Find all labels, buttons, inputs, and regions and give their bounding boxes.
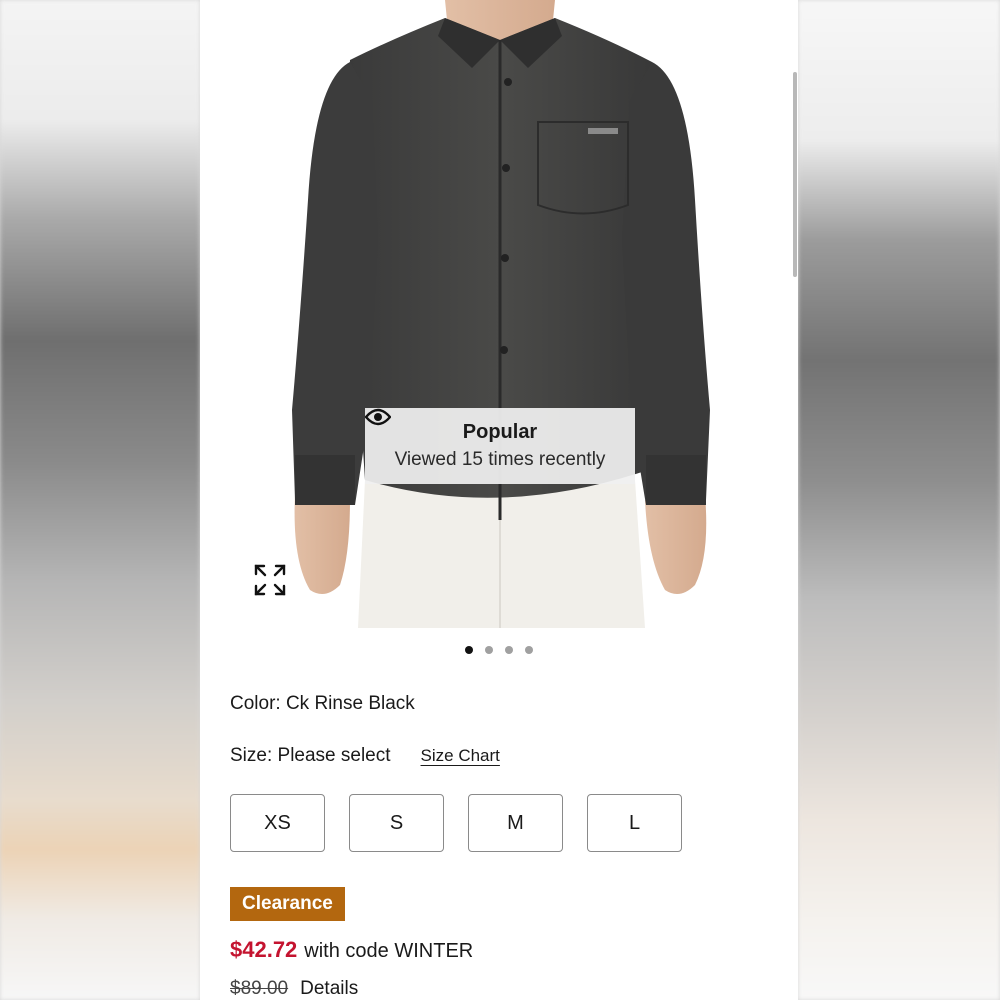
product-image[interactable]: Popular Viewed 15 times recently — [200, 0, 798, 628]
blurred-background-right — [798, 0, 1000, 1000]
sale-price: $42.72 — [230, 937, 298, 962]
details-link[interactable]: Details — [300, 978, 358, 1000]
shirt-photo — [292, 0, 710, 628]
popular-title: Popular — [462, 421, 538, 443]
expand-icon[interactable] — [252, 562, 288, 598]
color-label: Color: Ck Rinse Black — [230, 693, 415, 714]
popular-subtitle: Viewed 15 times recently — [394, 449, 606, 470]
clearance-badge: Clearance — [230, 887, 345, 921]
promo-text: with code WINTER — [304, 940, 474, 962]
size-chart-link[interactable]: Size Chart — [421, 746, 500, 766]
size-option-s[interactable]: S — [349, 794, 444, 852]
popular-badge: Popular Viewed 15 times recently — [365, 408, 635, 484]
original-price-row: $89.00 Details — [230, 978, 358, 1000]
carousel-dot-1[interactable] — [465, 646, 473, 654]
size-option-xs[interactable]: XS — [230, 794, 325, 852]
price-row: $42.72 with code WINTER — [230, 937, 473, 963]
carousel-dots — [200, 646, 798, 656]
eye-icon — [365, 408, 391, 426]
carousel-dot-3[interactable] — [505, 646, 513, 654]
blurred-background-left — [0, 0, 200, 1000]
original-price: $89.00 — [230, 978, 289, 999]
size-option-l[interactable]: L — [587, 794, 682, 852]
size-label: Size: Please select — [230, 745, 391, 766]
carousel-dot-4[interactable] — [525, 646, 533, 654]
popular-title-row: Popular — [365, 408, 635, 444]
product-page: Popular Viewed 15 times recently Color: … — [200, 0, 798, 1000]
scrollbar[interactable] — [793, 72, 797, 277]
size-options: XS S M L — [230, 794, 682, 852]
size-row: Size: Please select Size Chart — [230, 745, 500, 767]
size-option-m[interactable]: M — [468, 794, 563, 852]
carousel-dot-2[interactable] — [485, 646, 493, 654]
